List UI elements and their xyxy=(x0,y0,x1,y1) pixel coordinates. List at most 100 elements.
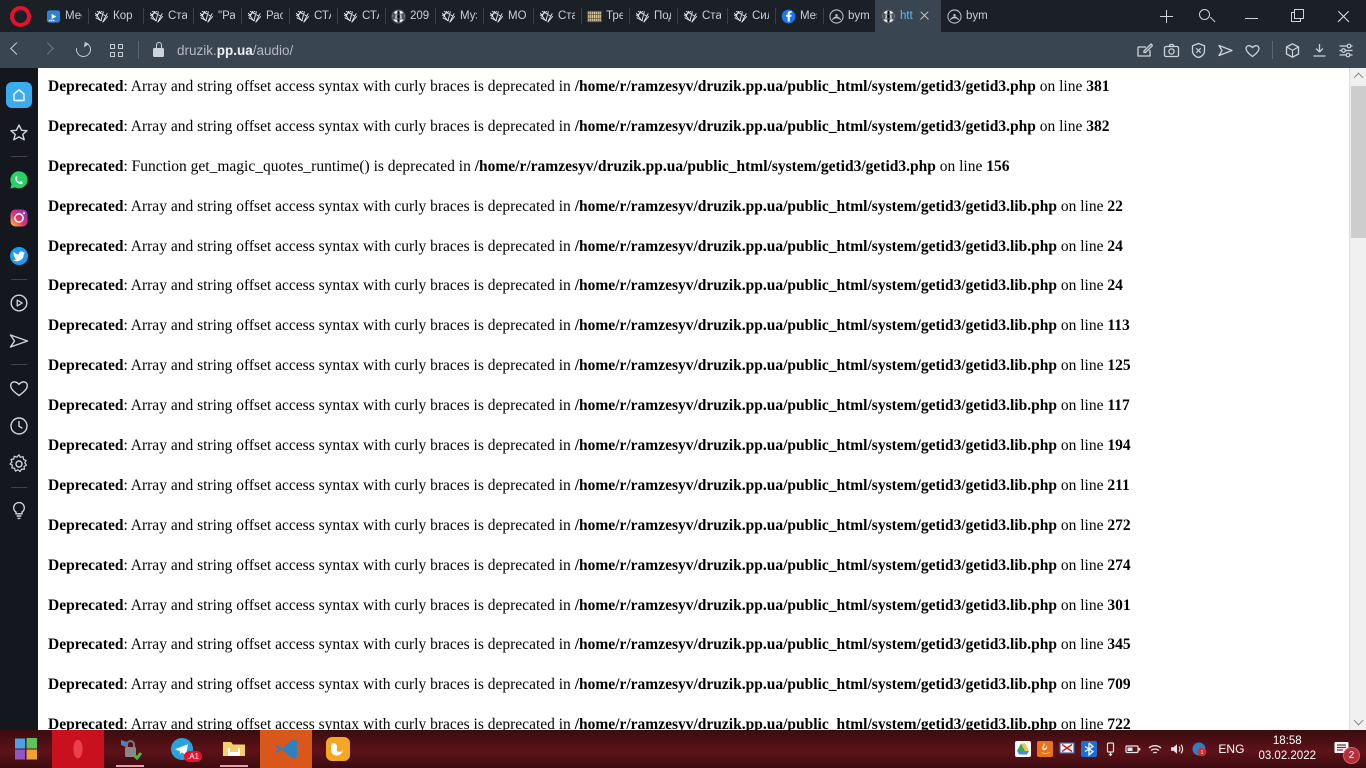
ad-blocker-shield-icon[interactable] xyxy=(1185,32,1212,68)
tab-3[interactable]: "Раб xyxy=(193,0,241,32)
search-icon[interactable] xyxy=(1182,0,1228,32)
tab-10[interactable]: Став xyxy=(533,0,581,32)
tab-14[interactable]: Сил xyxy=(727,0,775,32)
address-bar-icons xyxy=(1131,32,1366,68)
tab-9[interactable]: МОТ xyxy=(483,0,533,32)
send-icon[interactable] xyxy=(1212,32,1239,68)
tab-0[interactable]: Мес xyxy=(40,0,88,32)
web-favicon xyxy=(343,10,358,23)
whatsapp-icon xyxy=(8,169,30,191)
divider xyxy=(11,487,27,488)
message-label: Deprecated xyxy=(48,596,124,614)
tab-17[interactable]: htt xyxy=(875,0,941,32)
url-domain: pp.ua xyxy=(216,42,253,58)
tab-1[interactable]: Кор xyxy=(88,0,143,32)
taskbar-security-app[interactable] xyxy=(104,730,156,768)
wifi-icon[interactable] xyxy=(1144,730,1166,768)
address-input[interactable]: druzik.pp.ua/audio/ xyxy=(171,43,1131,58)
clock[interactable]: 18:58 03.02.2022 xyxy=(1252,734,1322,764)
tab-2[interactable]: Ста xyxy=(143,0,193,32)
close-icon[interactable] xyxy=(1320,0,1366,32)
sidebar-item-messenger[interactable] xyxy=(0,322,38,360)
start-button[interactable] xyxy=(0,730,52,768)
notification-center-button[interactable]: 2 xyxy=(1322,730,1362,768)
globe-icon xyxy=(881,8,896,24)
message-line: 22 xyxy=(1107,197,1123,215)
tab-15[interactable]: Mes xyxy=(775,0,823,32)
update-icon[interactable]: 1 xyxy=(1188,730,1210,768)
php-deprecation-log: Deprecated: Array and string offset acce… xyxy=(38,68,1349,730)
easy-setup-icon[interactable] xyxy=(1333,32,1360,68)
message-line: 117 xyxy=(1107,397,1130,415)
language-indicator[interactable]: ENG xyxy=(1210,742,1252,756)
downloads-icon[interactable] xyxy=(1306,32,1333,68)
tab-8[interactable]: Муз xyxy=(435,0,483,32)
opera-logo[interactable] xyxy=(0,0,40,32)
sidebar-item-instagram[interactable] xyxy=(0,199,38,237)
volume-icon[interactable] xyxy=(1166,730,1188,768)
heart-icon[interactable] xyxy=(1239,32,1266,68)
message-line: 272 xyxy=(1107,516,1131,534)
maximize-icon[interactable] xyxy=(1274,0,1320,32)
tab-4[interactable]: Раст xyxy=(241,0,289,32)
system-tray: 1 ENG 18:58 03.02.2022 2 xyxy=(1012,730,1366,768)
sidebar-item-tips[interactable] xyxy=(0,492,38,530)
message-path: /home/r/ramzesyv/druzik.pp.ua/public_htm… xyxy=(474,157,936,175)
url-path: /audio/ xyxy=(252,42,294,58)
scroll-up-arrow[interactable] xyxy=(1350,68,1366,85)
display-x-icon[interactable] xyxy=(1056,730,1078,768)
edit-page-icon[interactable] xyxy=(1131,32,1158,68)
taskbar-uc-browser[interactable] xyxy=(312,730,364,768)
sidebar-item-whatsapp[interactable] xyxy=(0,161,38,199)
minimize-icon[interactable] xyxy=(1228,0,1274,32)
sidebar-item-history[interactable] xyxy=(0,407,38,445)
java-icon[interactable] xyxy=(1034,730,1056,768)
message-path: /home/r/ramzesyv/druzik.pp.ua/public_htm… xyxy=(574,117,1036,135)
message-line: 211 xyxy=(1107,476,1130,494)
web-favicon xyxy=(441,10,456,23)
lock-icon[interactable] xyxy=(145,32,171,68)
notification-badge: 2 xyxy=(1343,747,1360,764)
sidebar-item-favorites[interactable] xyxy=(0,114,38,152)
taskbar-telegram[interactable]: .A1 xyxy=(156,730,208,768)
web-favicon xyxy=(489,10,504,23)
taskbar-file-explorer[interactable] xyxy=(208,730,260,768)
google-drive-icon[interactable] xyxy=(1012,730,1034,768)
sidebar-item-player[interactable] xyxy=(0,284,38,322)
tab-16[interactable]: bym xyxy=(823,0,875,32)
vertical-scrollbar[interactable] xyxy=(1349,68,1366,730)
tab-5[interactable]: СТА xyxy=(289,0,337,32)
taskbar-opera[interactable] xyxy=(52,730,104,768)
workspaces-cube-icon[interactable] xyxy=(1279,32,1306,68)
tab-7[interactable]: 2098 xyxy=(385,0,435,32)
tab-grid-button[interactable] xyxy=(99,32,132,68)
snapshot-camera-icon[interactable] xyxy=(1158,32,1185,68)
scroll-down-arrow[interactable] xyxy=(1350,713,1366,730)
divider xyxy=(1272,41,1273,59)
usb-icon[interactable] xyxy=(1100,730,1122,768)
sidebar-item-bookmarks[interactable] xyxy=(0,369,38,407)
new-tab-button[interactable] xyxy=(1150,0,1182,32)
message-label: Deprecated xyxy=(48,437,124,455)
message-line: 113 xyxy=(1107,317,1130,335)
reload-button[interactable] xyxy=(66,32,99,68)
scrollbar-thumb[interactable] xyxy=(1351,86,1366,238)
tab-11[interactable]: Трен xyxy=(581,0,629,32)
taskbar-vscode[interactable] xyxy=(260,730,312,768)
tab-13[interactable]: Став xyxy=(677,0,727,32)
forward-button[interactable] xyxy=(33,32,66,68)
tab-close-icon[interactable] xyxy=(917,8,933,24)
sidebar-item-twitter[interactable] xyxy=(0,237,38,275)
message-label: Deprecated xyxy=(48,277,124,295)
message-line: 301 xyxy=(1107,596,1131,614)
tab-6[interactable]: СТА xyxy=(337,0,385,32)
bluetooth-icon[interactable] xyxy=(1078,730,1100,768)
sidebar-item-home[interactable] xyxy=(0,76,38,114)
uc-browser-icon xyxy=(325,736,351,762)
tab-18[interactable]: bym xyxy=(941,0,996,32)
battery-icon[interactable] xyxy=(1122,730,1144,768)
tab-12[interactable]: Под xyxy=(629,0,677,32)
sidebar-item-settings[interactable] xyxy=(0,445,38,483)
back-button[interactable] xyxy=(0,32,33,68)
message-line: 156 xyxy=(986,157,1010,175)
